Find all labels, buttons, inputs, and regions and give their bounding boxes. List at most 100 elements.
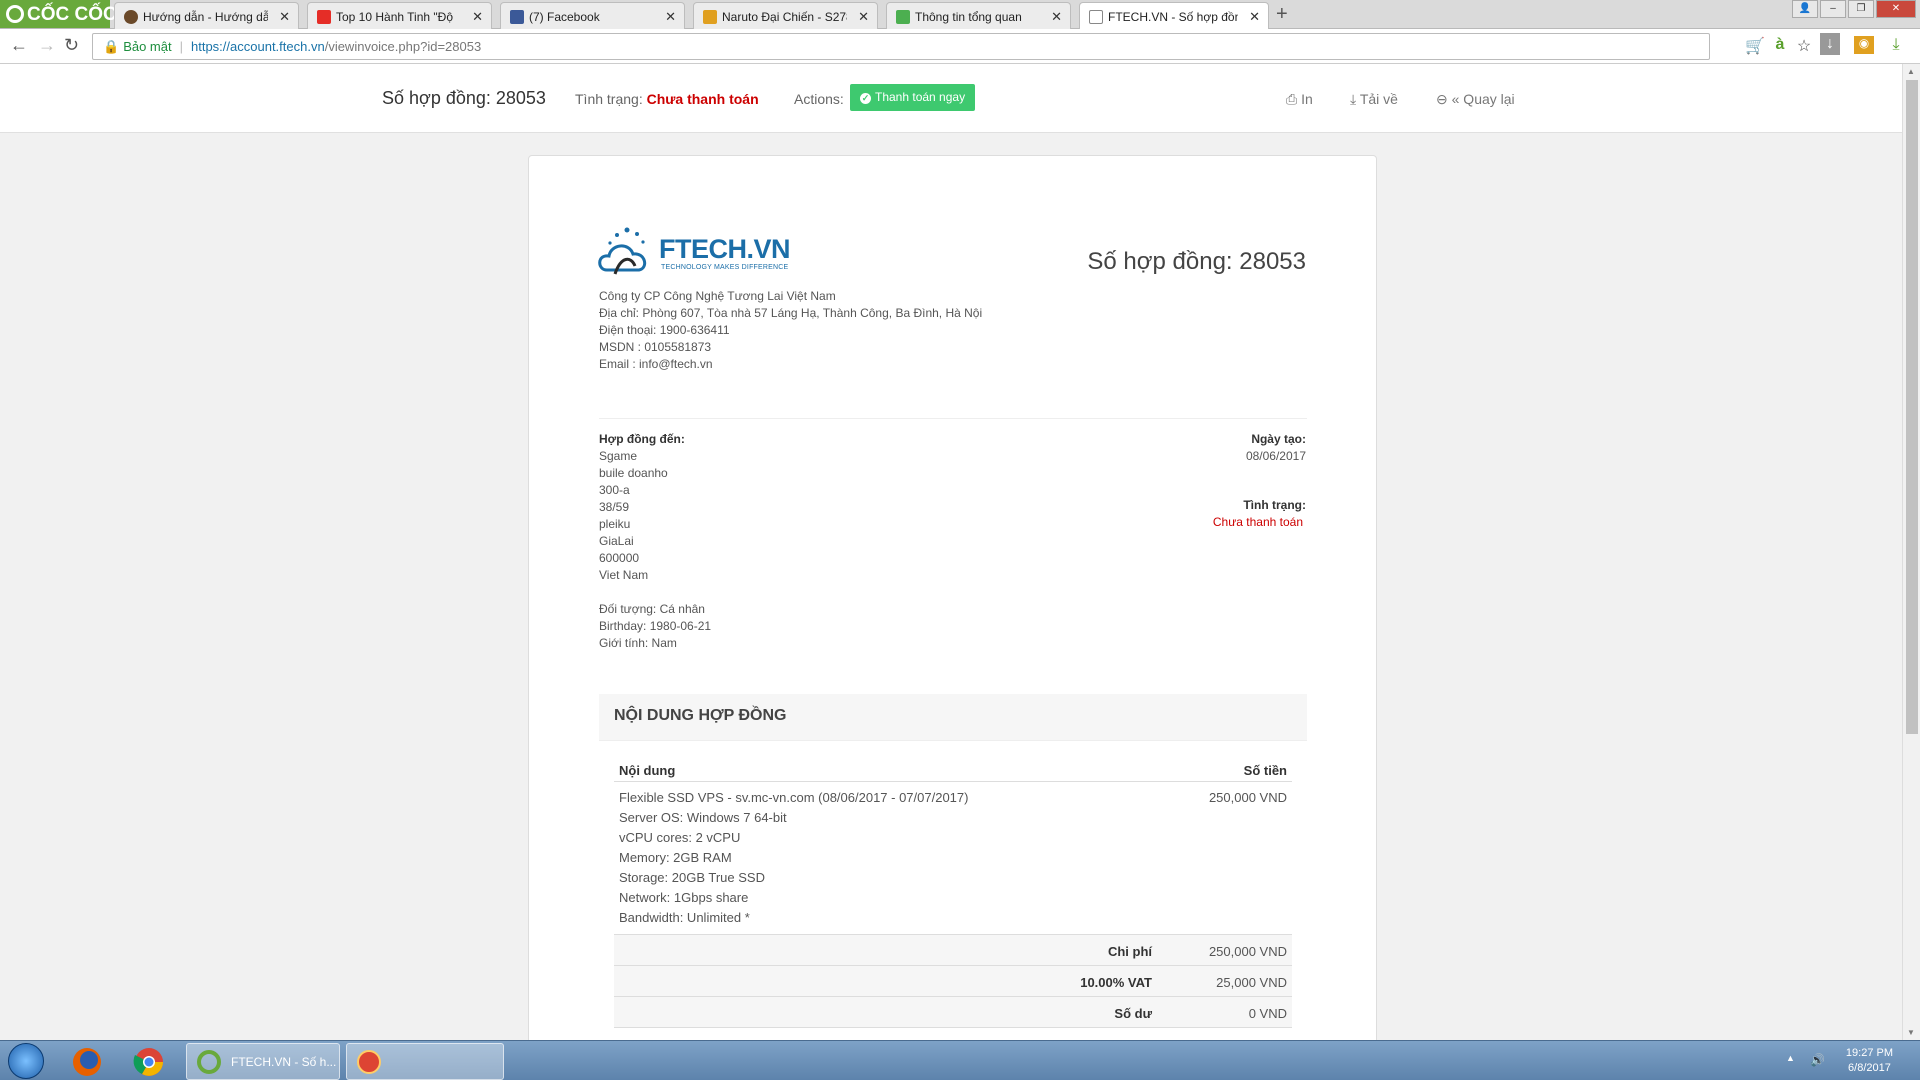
- windows-taskbar: FTECH.VN - Số h... ▲ 🔊 19:27 PM 6/8/2017: [0, 1040, 1920, 1080]
- total-label: Chi phí: [1107, 944, 1152, 959]
- close-icon[interactable]: ✕: [1051, 9, 1062, 25]
- bill-to-line: 300-a: [599, 483, 630, 497]
- status-badge: Chưa thanh toán: [646, 91, 759, 107]
- bill-to: Hợp đồng đến: Sgame buile doanho 300-a 3…: [599, 431, 711, 652]
- forward-arrow-icon[interactable]: →: [38, 35, 56, 56]
- tab-label: Naruto Đại Chiến - S278: [722, 10, 847, 24]
- total-label: 10.00% VAT: [1080, 975, 1152, 990]
- download-tray-icon: ⤓: [1350, 91, 1357, 107]
- download-icon[interactable]: ↓: [1820, 33, 1840, 55]
- total-label: Số dư: [1114, 1006, 1152, 1021]
- back-label: « Quay lại: [1451, 91, 1515, 107]
- tab-naruto[interactable]: Naruto Đại Chiến - S278 ✕: [693, 2, 878, 29]
- clock-time: 19:27 PM: [1845, 1047, 1893, 1059]
- check-circle-icon: ✓: [860, 93, 871, 104]
- item-line: Memory: 2GB RAM: [619, 850, 732, 865]
- tray-expand-icon[interactable]: ▲: [1786, 1053, 1795, 1063]
- taskbar-window-game[interactable]: [346, 1043, 504, 1080]
- download-link[interactable]: ⤓ Tải về: [1350, 91, 1398, 108]
- taskbar-clock[interactable]: 19:27 PM 6/8/2017: [1846, 1046, 1893, 1076]
- tab-ftech[interactable]: FTECH.VN - Số hợp đồng: ✕: [1079, 2, 1269, 30]
- item-line: Storage: 20GB True SSD: [619, 870, 765, 885]
- ftech-logo: FTECH.VN TECHNOLOGY MAKES DIFFERENCE: [597, 226, 791, 285]
- cart-icon[interactable]: 🛒: [1745, 36, 1765, 56]
- item-line: Flexible SSD VPS - sv.mc-vn.com (08/06/2…: [619, 790, 969, 805]
- close-icon[interactable]: ✕: [858, 9, 869, 25]
- lock-icon: 🔒: [103, 39, 120, 54]
- item-line: Network: 1Gbps share: [619, 890, 749, 905]
- scroll-down-icon[interactable]: ▼: [1907, 1028, 1915, 1037]
- tab-favicon-icon: [703, 10, 717, 24]
- cloud-logo-icon: [598, 227, 647, 275]
- chrome-icon[interactable]: [126, 1045, 172, 1078]
- download-label: Tải về: [1359, 91, 1398, 107]
- tab-favicon-icon: [896, 10, 910, 24]
- print-link[interactable]: ⎙ In: [1286, 91, 1313, 108]
- scroll-up-icon[interactable]: ▲: [1907, 67, 1915, 76]
- tab-label: Top 10 Hành Tinh "Độ: [336, 10, 453, 24]
- company-info: Công ty CP Công Nghệ Tương Lai Việt Nam …: [599, 288, 999, 373]
- close-icon[interactable]: ✕: [665, 9, 676, 25]
- tab-top10[interactable]: Top 10 Hành Tinh "Độ ✕: [307, 2, 492, 29]
- customer-gender: Giới tính: Nam: [599, 636, 677, 650]
- invoice-status-value: Chưa thanh toán: [1212, 515, 1303, 529]
- tab-label: Thông tin tổng quan: [915, 10, 1022, 24]
- back-link[interactable]: ⊖ « Quay lại: [1436, 91, 1515, 108]
- volume-icon[interactable]: 🔊: [1810, 1053, 1825, 1067]
- bookmark-star-icon[interactable]: ☆: [1794, 36, 1814, 56]
- vertical-scrollbar[interactable]: ▲ ▼: [1902, 64, 1920, 1040]
- company-name: Công ty CP Công Nghệ Tương Lai Việt Nam: [599, 289, 836, 303]
- pay-now-button[interactable]: ✓ Thanh toán ngay: [850, 84, 976, 111]
- bill-to-line: 600000: [599, 551, 640, 565]
- invoice-title: Số hợp đồng: 28053: [1087, 248, 1306, 275]
- close-icon[interactable]: ✕: [279, 9, 290, 25]
- logo-tagline: TECHNOLOGY MAKES DIFFERENCE: [661, 264, 789, 271]
- minimize-icon[interactable]: –: [1820, 0, 1846, 18]
- omnibox-separator: |: [179, 39, 183, 54]
- coccoc-logo-icon: [6, 5, 24, 23]
- company-address: Địa chỉ: Phòng 607, Tòa nhà 57 Láng Hạ, …: [599, 306, 983, 320]
- firefox-icon[interactable]: [64, 1045, 110, 1078]
- page-icon: [1089, 10, 1103, 24]
- extension-icon[interactable]: ◉: [1854, 36, 1874, 54]
- page-title: Số hợp đồng: 28053: [382, 88, 546, 108]
- clock-date: 6/8/2017: [1848, 1062, 1891, 1074]
- tab-label: Hướng dẫn - Hướng dẫn: [143, 10, 268, 24]
- restore-icon[interactable]: ❐: [1848, 0, 1874, 18]
- print-label: In: [1301, 91, 1313, 107]
- brand-label: CỐC CỐC: [27, 4, 117, 25]
- customer-birthday: Birthday: 1980-06-21: [599, 619, 712, 633]
- back-arrow-icon[interactable]: ←: [10, 35, 28, 56]
- bill-to-line: GiaLai: [599, 534, 634, 548]
- start-button[interactable]: [8, 1043, 44, 1079]
- scrollbar-thumb[interactable]: [1906, 80, 1918, 734]
- close-icon[interactable]: ✕: [1249, 9, 1260, 25]
- bill-to-line: buile doanho: [599, 466, 668, 480]
- reload-icon[interactable]: ↻: [64, 35, 79, 56]
- language-icon[interactable]: à: [1770, 36, 1790, 54]
- invoice-meta: Ngày tạo: 08/06/2017 Tình trạng: Chưa th…: [1213, 431, 1306, 531]
- window-close-icon[interactable]: ✕: [1876, 0, 1916, 18]
- youtube-icon: [317, 10, 331, 24]
- invoice-status-label: Tình trạng:: [1243, 498, 1306, 512]
- game-icon: [357, 1050, 381, 1074]
- customer-type: Đối tượng: Cá nhân: [599, 602, 705, 616]
- browser-brand[interactable]: CỐC CỐC: [0, 0, 117, 28]
- total-row-vat: 10.00% VAT 25,000 VND: [614, 966, 1292, 997]
- taskbar-window-coccoc[interactable]: FTECH.VN - Số h...: [186, 1043, 340, 1080]
- item-line: vCPU cores: 2 vCPU: [619, 830, 741, 845]
- browser-tab-bar: CỐC CỐC Hướng dẫn - Hướng dẫn ✕ Top 10 Hà…: [0, 0, 1920, 30]
- tab-thong-tin[interactable]: Thông tin tổng quan ✕: [886, 2, 1071, 29]
- tab-huong-dan[interactable]: Hướng dẫn - Hướng dẫn ✕: [114, 2, 299, 29]
- new-tab-icon[interactable]: +: [1276, 3, 1288, 26]
- close-icon[interactable]: ✕: [472, 9, 483, 25]
- company-tax-id: MSDN : 0105581873: [599, 340, 712, 354]
- address-bar[interactable]: 🔒 Bảo mật | https://account.ftech.vn/viewin…: [92, 33, 1710, 60]
- bill-to-line: Sgame: [599, 449, 638, 463]
- tab-facebook[interactable]: (7) Facebook ✕: [500, 2, 685, 29]
- status-field: Tình trạng: Chưa thanh toán: [575, 91, 759, 107]
- download-arrow-icon[interactable]: ⤓: [1886, 36, 1906, 54]
- profile-icon[interactable]: 👤: [1792, 0, 1818, 18]
- pay-now-label: Thanh toán ngay: [875, 90, 966, 104]
- tab-favicon-icon: [124, 10, 138, 24]
